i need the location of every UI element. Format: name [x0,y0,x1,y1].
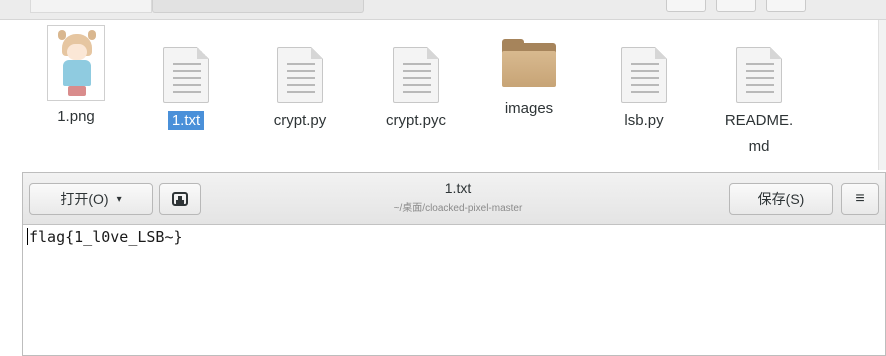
text-file-icon [163,47,209,103]
file-manager-toolbar [0,0,886,20]
text-cursor [27,228,28,245]
toolbar-button[interactable] [666,0,706,12]
editor-title-block: 1.txt ~/桌面/cloacked-pixel-master [323,179,593,217]
file-label: 1.png [57,108,95,125]
document-path: ~/桌面/cloacked-pixel-master [393,203,523,214]
file-label: README. md [704,111,814,157]
toolbar-button[interactable] [766,0,806,12]
chevron-down-icon: ▾ [116,193,122,205]
open-button-label: 打开(O) [60,191,109,207]
file-item-crypt-pyc[interactable]: crypt.pyc [361,47,471,131]
editor-content: flag{1_l0ve_LSB~} [29,228,183,246]
new-document-button[interactable] [159,183,201,215]
file-label-selected: 1.txt [131,111,241,131]
text-file-icon [736,47,782,103]
toolbar-button[interactable] [716,0,756,12]
path-bar-segment[interactable] [30,0,152,13]
new-tab-icon [172,192,188,206]
menu-button[interactable]: ≡ [841,183,879,215]
hamburger-menu-icon: ≡ [855,190,865,207]
path-bar-active-segment[interactable] [152,0,364,13]
file-item-images[interactable]: images [474,39,584,119]
file-item-crypt-py[interactable]: crypt.py [245,47,355,131]
text-file-icon [621,47,667,103]
text-editor-window: 打开(O) ▾ 1.txt ~/桌面/cloacked-pixel-master… [22,172,886,356]
scrollbar[interactable] [878,20,886,170]
folder-icon [502,39,556,87]
editor-headerbar: 打开(O) ▾ 1.txt ~/桌面/cloacked-pixel-master… [23,173,885,225]
editor-text-area[interactable]: flag{1_l0ve_LSB~} [25,227,881,353]
image-thumbnail-icon [47,25,105,101]
file-item-1txt[interactable]: 1.txt [131,47,241,131]
file-label: crypt.py [273,112,327,129]
save-button[interactable]: 保存(S) [729,183,833,215]
document-title: 1.txt [444,180,472,196]
file-label-line: md [748,138,770,155]
save-button-label: 保存(S) [757,191,805,207]
text-file-icon [393,47,439,103]
open-button[interactable]: 打开(O) ▾ [29,183,153,215]
file-item-1png[interactable]: 1.png [21,25,131,127]
file-item-readme[interactable]: README. md [704,47,814,157]
text-file-icon [277,47,323,103]
file-label-line: README. [724,112,794,129]
file-label: crypt.pyc [385,112,446,129]
file-label: images [504,100,554,117]
file-label: lsb.py [624,112,664,129]
file-item-lsb-py[interactable]: lsb.py [589,47,699,131]
